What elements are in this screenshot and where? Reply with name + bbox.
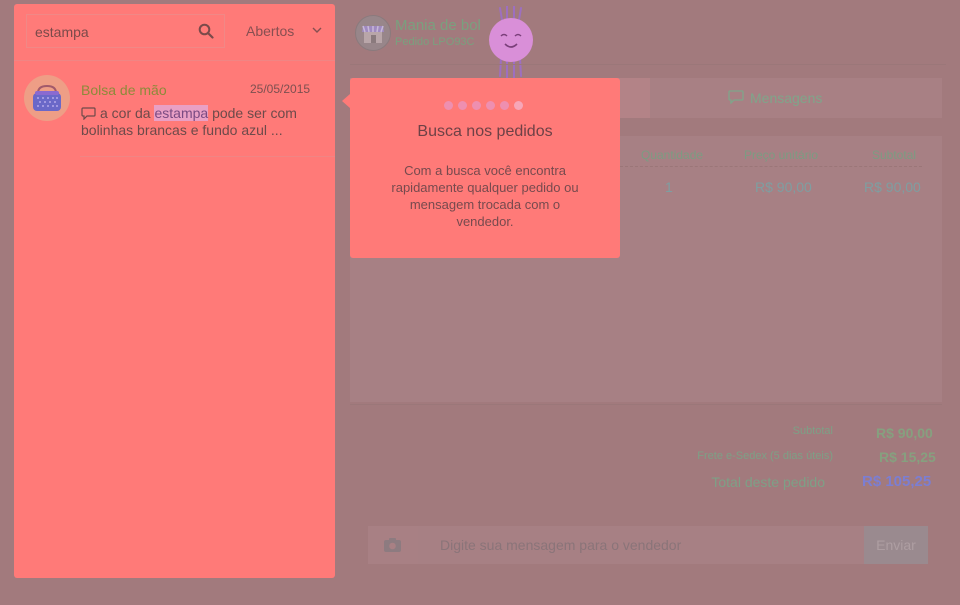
step-dot[interactable]: [458, 101, 467, 110]
message-text-before: a cor da: [100, 105, 155, 121]
send-button[interactable]: Enviar: [864, 526, 928, 564]
shop-name[interactable]: Mania de bol: [395, 17, 481, 34]
column-header-subtotal: Subtotal: [872, 148, 917, 162]
step-dot[interactable]: [486, 101, 495, 110]
total-label: Total deste pedido: [711, 474, 825, 490]
message-input[interactable]: [418, 526, 864, 564]
search-box[interactable]: [26, 14, 225, 49]
product-avatar: [24, 75, 70, 121]
cell-unit-price: R$ 90,00: [755, 179, 812, 195]
divider: [80, 156, 335, 157]
orders-panel: Abertos Bolsa de mão 25/05/2015 a co: [14, 4, 335, 578]
order-code: Pedido LPO93C: [395, 36, 475, 48]
subtotal-label: Subtotal: [792, 425, 833, 437]
column-header-unit-price: Preço unitário: [744, 148, 819, 162]
column-header-quantity: Quantidade: [641, 148, 704, 162]
handbag-icon: [33, 84, 61, 111]
search-icon[interactable]: [198, 23, 214, 39]
shop-avatar: [355, 15, 391, 51]
tooltip-title: Busca nos pedidos: [417, 123, 553, 140]
onboarding-tooltip: Busca nos pedidos Com a busca você encon…: [342, 78, 620, 258]
shipping-label: Frete e-Sedex (5 dias úteis): [697, 450, 833, 462]
speech-bubble-icon: [728, 90, 744, 104]
divider: [620, 166, 922, 167]
status-filter[interactable]: Abertos: [246, 23, 322, 39]
step-dot[interactable]: [500, 101, 509, 110]
attach-photo-button[interactable]: [368, 526, 418, 564]
order-last-message: a cor da estampa pode ser com bolinhas b…: [81, 105, 321, 139]
subtotal-value: R$ 90,00: [876, 425, 933, 441]
divider: [14, 60, 335, 61]
chevron-down-icon: [312, 27, 322, 33]
step-dot[interactable]: [514, 101, 523, 110]
message-composer: Enviar: [368, 526, 928, 564]
divider: [350, 64, 946, 65]
divider: [350, 404, 942, 405]
camera-icon: [384, 538, 401, 552]
order-title: Bolsa de mão: [81, 82, 167, 98]
tooltip-body: Com a busca você encontra rapidamente qu…: [391, 163, 579, 229]
step-indicator: [444, 97, 528, 110]
tab-messages[interactable]: Mensagens: [650, 78, 942, 118]
mascot-icon: [489, 6, 533, 78]
shipping-value: R$ 15,25: [879, 449, 936, 465]
order-list-item[interactable]: Bolsa de mão 25/05/2015 a cor da estampa…: [14, 64, 335, 164]
cell-quantity: 1: [665, 179, 673, 195]
status-filter-label: Abertos: [246, 23, 295, 39]
cell-subtotal: R$ 90,00: [864, 179, 921, 195]
search-input[interactable]: [33, 15, 197, 49]
storefront-icon: [362, 25, 384, 43]
step-dot[interactable]: [472, 101, 481, 110]
order-date: 25/05/2015: [250, 82, 311, 96]
tab-messages-label: Mensagens: [750, 90, 823, 106]
total-value: R$ 105,25: [862, 473, 932, 490]
tooltip-arrow: [342, 94, 350, 108]
search-highlight: estampa: [154, 105, 209, 121]
step-dot[interactable]: [444, 101, 453, 110]
speech-bubble-icon: [81, 107, 96, 120]
